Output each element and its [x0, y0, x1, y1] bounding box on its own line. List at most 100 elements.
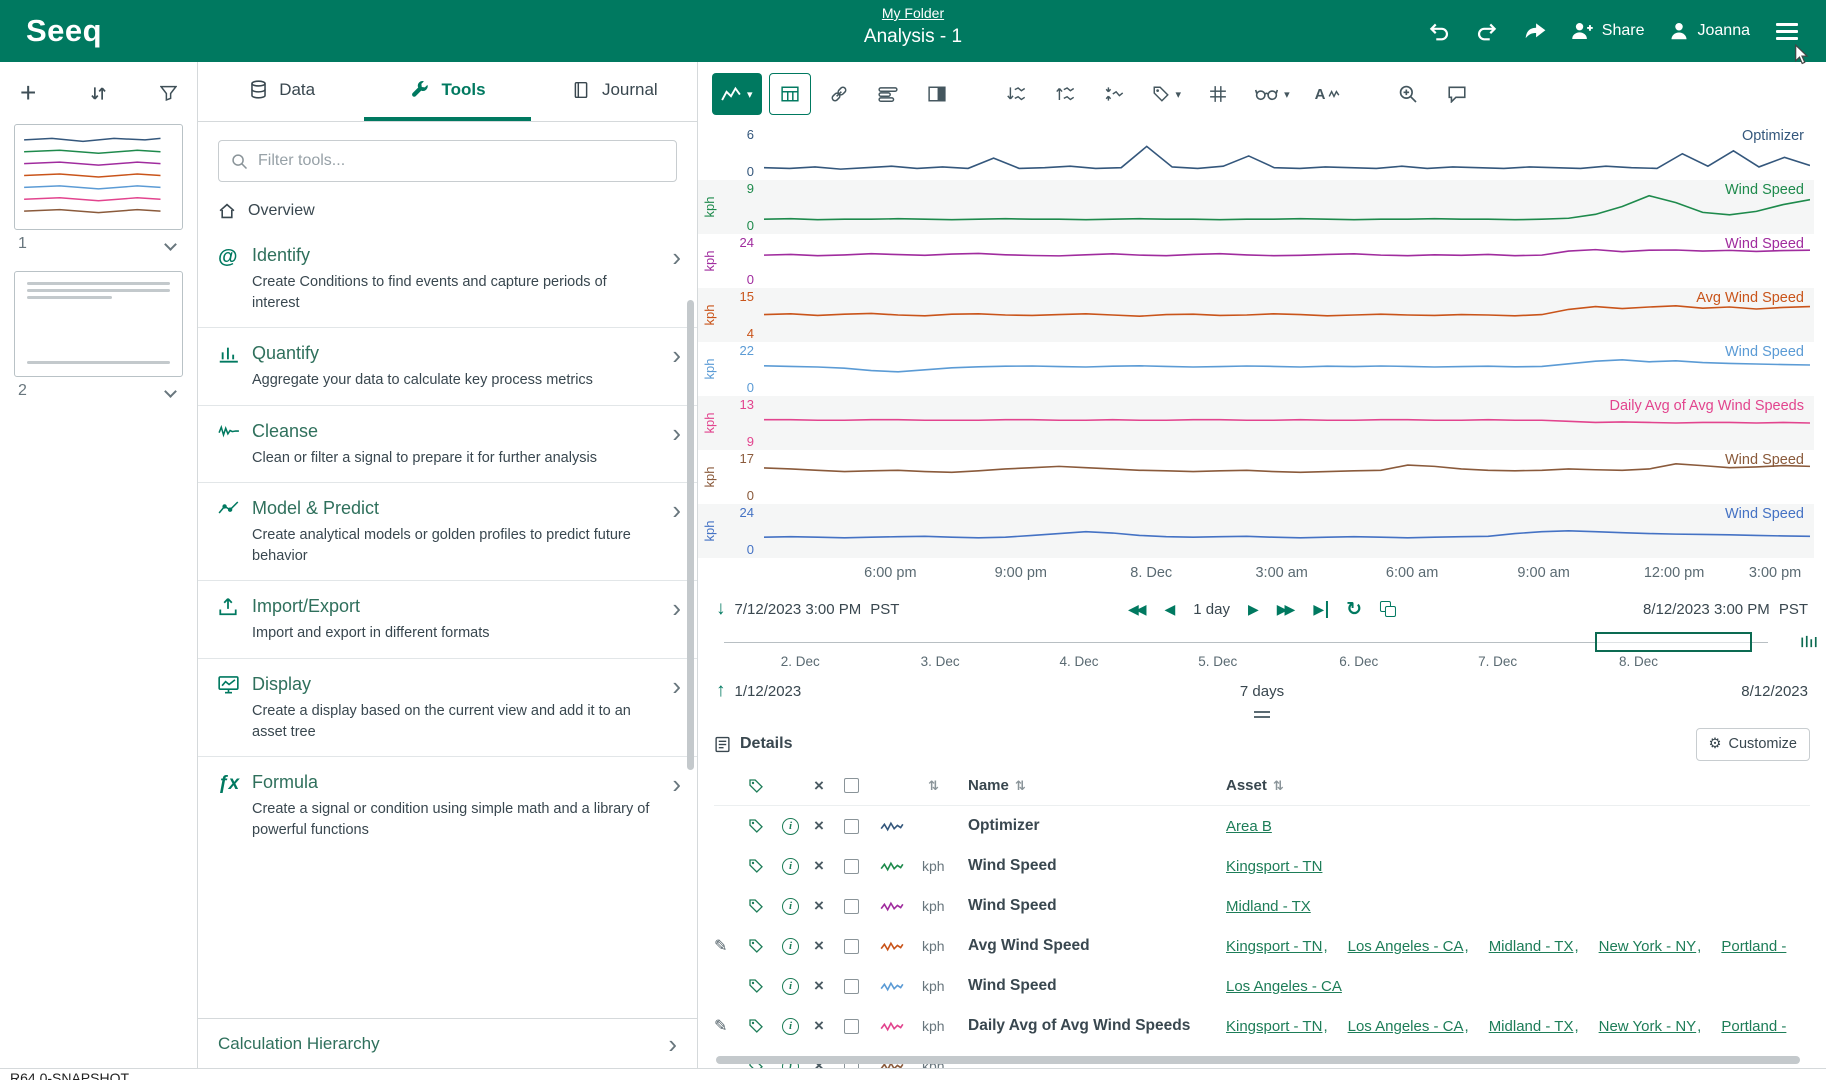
lane-y-axis[interactable]: kph 15 4: [698, 288, 762, 342]
row-checkbox[interactable]: [844, 859, 859, 874]
sort-worksheets-icon[interactable]: [90, 85, 107, 102]
forward-icon[interactable]: [1523, 21, 1547, 41]
sort-signal-icon[interactable]: ⇅: [928, 778, 968, 794]
investigate-start[interactable]: 1/12/2023: [735, 683, 802, 700]
seeq-logo[interactable]: Seeq: [0, 13, 128, 49]
trend-view-button[interactable]: ▾: [712, 73, 762, 115]
table-row[interactable]: ✎ i × Optimizer Area B: [714, 806, 1810, 846]
asset-link[interactable]: Midland - TX: [1226, 898, 1311, 915]
table-row[interactable]: ✎ i × kph Wind Speed Midland - TX: [714, 886, 1810, 926]
investigate-duration[interactable]: 7 days: [1240, 683, 1284, 700]
info-icon[interactable]: i: [782, 1018, 799, 1035]
row-checkbox[interactable]: [844, 979, 859, 994]
tag-icon[interactable]: [748, 978, 782, 994]
remove-icon[interactable]: ×: [814, 1016, 844, 1036]
tag-icon[interactable]: [748, 1018, 782, 1034]
table-row[interactable]: ✎ i × kph Avg Wind Speed Kingsport - TN,…: [714, 926, 1810, 966]
step-forward-icon[interactable]: ▶: [1248, 601, 1259, 618]
tools-scrollbar[interactable]: [687, 300, 694, 770]
panel-resize-handle[interactable]: [698, 706, 1826, 722]
breadcrumb[interactable]: My Folder: [882, 5, 944, 21]
tool-item-import-export[interactable]: Import/Export Import and export in diffe…: [198, 580, 697, 658]
labels-button[interactable]: ▾: [1143, 73, 1191, 115]
undo-icon[interactable]: [1427, 21, 1451, 41]
select-all-checkbox[interactable]: [844, 778, 859, 793]
asset-link[interactable]: Kingsport - TN: [1226, 1018, 1322, 1035]
info-icon[interactable]: i: [782, 898, 799, 915]
link-button[interactable]: [818, 73, 860, 115]
gridlines-button[interactable]: [1197, 73, 1239, 115]
lane-signal-label[interactable]: Avg Wind Speed: [1696, 290, 1804, 306]
lane-y-axis[interactable]: kph 22 0: [698, 342, 762, 396]
customize-button[interactable]: ⚙ Customize: [1696, 728, 1811, 761]
range-start[interactable]: 7/12/2023 3:00 PM: [735, 601, 862, 618]
asset-link[interactable]: Kingsport - TN: [1226, 858, 1322, 875]
range-end[interactable]: 8/12/2023 3:00 PM: [1643, 601, 1770, 618]
asset-link[interactable]: Midland - TX: [1489, 938, 1574, 955]
user-menu[interactable]: Joanna: [1669, 21, 1751, 41]
tool-item-display[interactable]: Display Create a display based on the cu…: [198, 658, 697, 756]
tag-column-icon[interactable]: [748, 778, 782, 794]
tag-icon[interactable]: [748, 818, 782, 834]
row-checkbox[interactable]: [844, 819, 859, 834]
sort-icon[interactable]: ⇅: [1015, 778, 1026, 794]
lane-y-axis[interactable]: 6 0: [698, 126, 762, 180]
tool-item-identify[interactable]: @ Identify Create Conditions to find eve…: [198, 230, 697, 327]
lane-signal-label[interactable]: Optimizer: [1742, 128, 1804, 144]
table-row[interactable]: ✎ i × kph Wind Speed Los Angeles - CA: [714, 966, 1810, 1006]
tool-item-model-predict[interactable]: Model & Predict Create analytical models…: [198, 482, 697, 580]
tool-item-cleanse[interactable]: Cleanse Clean or filter a signal to prep…: [198, 405, 697, 483]
investigate-start-arrow-icon[interactable]: ↑: [716, 680, 726, 702]
asset-link[interactable]: Los Angeles - CA: [1226, 978, 1342, 995]
row-checkbox[interactable]: [844, 939, 859, 954]
bars-button[interactable]: [867, 73, 909, 115]
row-checkbox[interactable]: [844, 899, 859, 914]
lane-signal-label[interactable]: Wind Speed: [1725, 506, 1804, 522]
remove-all-icon[interactable]: ×: [814, 776, 844, 796]
lane-y-axis[interactable]: kph 9 0: [698, 180, 762, 234]
x-axis[interactable]: 6:00 pm9:00 pm8. Dec3:00 am6:00 am9:00 a…: [762, 558, 1814, 588]
remove-icon[interactable]: ×: [814, 936, 844, 956]
overview-selection[interactable]: [1595, 632, 1753, 652]
step-to-end-icon[interactable]: ▶: [1313, 601, 1328, 618]
asset-link[interactable]: Midland - TX: [1489, 1018, 1574, 1035]
compare-view-button[interactable]: [916, 73, 958, 115]
info-icon[interactable]: i: [782, 818, 799, 835]
lane-plot[interactable]: Wind Speed: [762, 342, 1814, 396]
info-icon[interactable]: i: [782, 978, 799, 995]
lane-signal-label[interactable]: Daily Avg of Avg Wind Speeds: [1609, 398, 1804, 414]
worksheet-thumbnail-1[interactable]: [14, 124, 183, 230]
lane-sort-single-button[interactable]: [1094, 73, 1136, 115]
asset-link[interactable]: Los Angeles - CA: [1348, 1018, 1464, 1035]
remove-icon[interactable]: ×: [814, 896, 844, 916]
edit-icon[interactable]: ✎: [714, 1016, 748, 1036]
asset-link[interactable]: Area B: [1226, 818, 1272, 835]
fast-rewind-icon[interactable]: ◀◀: [1128, 601, 1147, 618]
tab-journal[interactable]: Journal: [531, 62, 697, 121]
name-column-header[interactable]: Name⇅: [968, 777, 1226, 794]
worksheet-thumbnail-2[interactable]: [14, 271, 183, 377]
fast-forward-icon[interactable]: ▶▶: [1277, 601, 1296, 618]
table-row[interactable]: ✎ i × kph Wind Speed Kingsport - TN: [714, 846, 1810, 886]
lane-plot[interactable]: Wind Speed: [762, 450, 1814, 504]
lane-y-axis[interactable]: kph 24 0: [698, 504, 762, 558]
asset-link[interactable]: Portland -: [1721, 938, 1786, 955]
filter-worksheets-icon[interactable]: [160, 85, 177, 101]
lane-plot[interactable]: Optimizer: [762, 126, 1814, 180]
comment-button[interactable]: [1436, 73, 1478, 115]
remove-icon[interactable]: ×: [814, 976, 844, 996]
zoom-button[interactable]: [1387, 73, 1429, 115]
info-icon[interactable]: i: [782, 938, 799, 955]
calculation-hierarchy-link[interactable]: Calculation Hierarchy ›: [198, 1018, 697, 1068]
duplicate-range-icon[interactable]: [1380, 601, 1396, 617]
lane-y-axis[interactable]: kph 13 9: [698, 396, 762, 450]
add-worksheet-icon[interactable]: +: [20, 79, 36, 107]
lane-y-axis[interactable]: kph 24 0: [698, 234, 762, 288]
lane-plot[interactable]: Daily Avg of Avg Wind Speeds: [762, 396, 1814, 450]
hamburger-menu-icon[interactable]: [1774, 21, 1800, 42]
lane-plot[interactable]: Wind Speed: [762, 504, 1814, 558]
tools-overview-link[interactable]: Overview: [198, 190, 697, 230]
redo-icon[interactable]: [1475, 21, 1499, 41]
edit-icon[interactable]: ✎: [714, 936, 748, 956]
lane-plot[interactable]: Wind Speed: [762, 234, 1814, 288]
